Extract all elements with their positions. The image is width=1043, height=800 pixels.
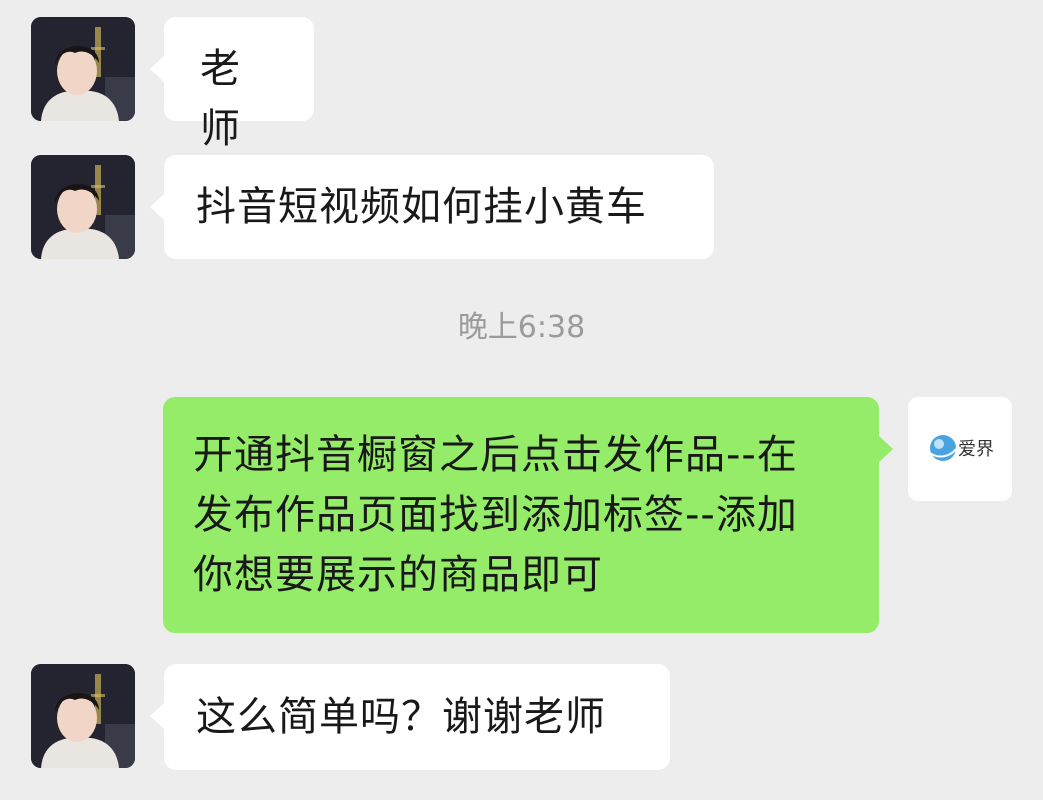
contact-avatar[interactable]	[31, 664, 135, 768]
message-text-line: 发布作品页面找到添加标签--添加	[193, 492, 798, 538]
message-text-line: 开通抖音橱窗之后点击发作品--在	[193, 432, 798, 478]
message-text: 这么简单吗？谢谢老师	[196, 694, 606, 740]
message-bubble-incoming[interactable]: 这么简单吗？谢谢老师	[150, 664, 670, 770]
contact-avatar-icon	[31, 17, 135, 121]
self-avatar-logo-text: 爱界	[958, 439, 994, 460]
contact-avatar[interactable]	[31, 17, 135, 121]
contact-avatar-icon	[31, 664, 135, 768]
message-timestamp: 晚上6:38	[457, 310, 586, 345]
message-bubble-incoming[interactable]: 抖音短视频如何挂小黄车	[150, 155, 714, 259]
message-text: 抖音短视频如何挂小黄车	[196, 184, 647, 230]
message-bubble-incoming[interactable]: 老师	[150, 17, 314, 152]
blue-globe-logo-icon: 爱界	[929, 435, 994, 461]
message-bubble-outgoing[interactable]: 开通抖音橱窗之后点击发作品--在 发布作品页面找到添加标签--添加 你想要展示的…	[163, 397, 893, 633]
chat-window: 老师 抖音短视频如何挂小黄车 晚上6:38 开通抖音橱窗之后点击发作品--在 发…	[0, 0, 1043, 800]
message-text: 老师	[200, 46, 241, 152]
contact-avatar[interactable]	[31, 155, 135, 259]
message-text-line: 你想要展示的商品即可	[193, 552, 603, 598]
self-avatar[interactable]: 爱界	[908, 397, 1012, 501]
contact-avatar-icon	[31, 155, 135, 259]
